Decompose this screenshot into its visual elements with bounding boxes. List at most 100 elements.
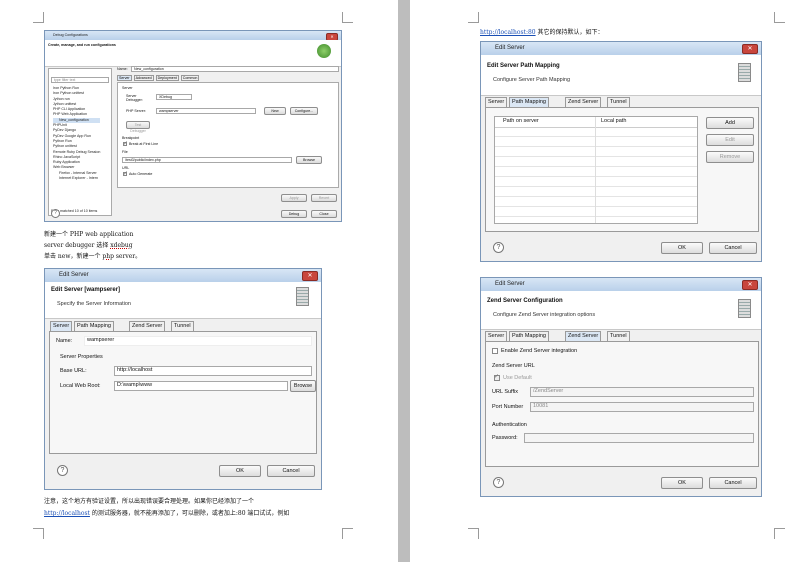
tab-tunnel[interactable]: Tunnel — [171, 321, 194, 331]
help-icon[interactable]: ? — [493, 477, 504, 488]
edit-button[interactable]: Edit — [706, 134, 754, 146]
tab-tunnel[interactable]: Tunnel — [607, 331, 630, 341]
add-button[interactable]: Add — [706, 117, 754, 129]
url-suffix-input[interactable]: /ZendServer — [530, 387, 754, 397]
path-mapping-table: Path on server Local path — [494, 116, 698, 224]
cancel-button[interactable]: Cancel — [709, 477, 757, 489]
tab-common[interactable]: Common — [180, 75, 200, 81]
remove-button[interactable]: Remove — [706, 151, 754, 163]
intro-text: 其它的保持默认，如下： — [535, 29, 604, 36]
title-bar: Edit Server ✕ — [45, 269, 321, 283]
right-page: http://localhost:80 其它的保持默认，如下： Edit Ser… — [410, 0, 800, 562]
help-icon[interactable]: ? — [57, 465, 68, 476]
break-first-line-checkbox[interactable] — [123, 140, 128, 147]
server-debugger-select[interactable]: XDebug — [156, 94, 192, 100]
column-divider — [595, 117, 596, 223]
server-icon — [738, 63, 751, 82]
dialog-header: Edit Server Path Mapping Configure Serve… — [481, 55, 761, 96]
server-properties-label: Server Properties — [60, 354, 103, 360]
file-input[interactable]: /test3/public/index.php — [122, 157, 292, 163]
enable-zend-checkbox[interactable] — [492, 348, 498, 354]
dialog-title: Edit Server — [495, 45, 525, 51]
col-path-on-server[interactable]: Path on server — [503, 118, 539, 124]
tree-item[interactable]: Internet Explorer - Intern — [53, 176, 100, 181]
tree-list: Iron Python Run Iron Python unittest Jyt… — [53, 86, 101, 181]
ok-button[interactable]: OK — [661, 477, 703, 489]
password-input[interactable] — [524, 433, 754, 443]
apply-button[interactable]: Apply — [281, 194, 307, 202]
instruction-line-1: 新建一个 PHP web application — [44, 231, 134, 238]
filter-input[interactable]: type filter text — [51, 77, 109, 83]
dialog-title: Debug Configurations — [53, 33, 88, 37]
tab-deployment[interactable]: Deployment — [155, 75, 179, 81]
edit-server-dialog: Edit Server ✕ Edit Server [wampserer] Sp… — [44, 268, 322, 490]
cancel-button[interactable]: Cancel — [709, 242, 757, 254]
break-first-line-label: Break at First Line — [129, 142, 159, 146]
launch-tree-panel: type filter text Iron Python Run Iron Py… — [48, 68, 112, 216]
dialog-header: Zend Server Configuration Configure Zend… — [481, 291, 761, 330]
tab-path-mapping[interactable]: Path Mapping — [509, 331, 549, 341]
tab-zend-server[interactable]: Zend Server — [565, 331, 602, 341]
close-icon[interactable]: ✕ — [742, 44, 758, 54]
intro-line: http://localhost:80 其它的保持默认，如下： — [480, 27, 604, 36]
tab-tunnel[interactable]: Tunnel — [607, 97, 630, 107]
crop-mark — [774, 528, 785, 539]
help-icon[interactable]: ? — [493, 242, 504, 253]
use-default-checkbox[interactable] — [494, 373, 500, 381]
configure-button[interactable]: Configure... — [290, 107, 318, 115]
enable-zend-label: Enable Zend Server integration — [501, 348, 578, 354]
file-browse-button[interactable]: Browse — [296, 156, 322, 164]
server-group-label: Server — [122, 86, 133, 90]
tab-zend-server[interactable]: Zend Server — [565, 97, 602, 107]
crop-mark — [774, 12, 785, 23]
help-icon[interactable]: ? — [51, 209, 60, 218]
header-title: Zend Server Configuration — [487, 298, 563, 304]
title-bar: Edit Server ✕ — [481, 278, 761, 292]
instruction-text: server debugger 选择 — [44, 242, 111, 249]
tab-server[interactable]: Server — [485, 331, 508, 341]
close-icon[interactable]: ✕ — [302, 271, 318, 281]
cancel-button[interactable]: Cancel — [267, 465, 315, 477]
localhost-link[interactable]: http://localhost — [44, 510, 90, 517]
server-tab-panel: Server Server Debugger: XDebug PHP Serve… — [117, 82, 339, 188]
auto-generate-label: Auto Generate — [129, 172, 153, 176]
localhost-80-link[interactable]: http://localhost:80 — [480, 29, 536, 36]
name-input[interactable]: New_configuration — [131, 66, 339, 72]
local-web-root-input[interactable]: D:\wamp\www — [114, 381, 288, 391]
tab-server[interactable]: Server — [50, 321, 73, 331]
dialog-title: Edit Server — [59, 272, 89, 278]
header-subtitle: Configure Zend Server integration option… — [493, 312, 596, 318]
col-local-path[interactable]: Local path — [601, 118, 626, 124]
name-input[interactable]: wampserer — [84, 336, 312, 346]
header-subtitle: Specify the Server Information — [57, 301, 131, 307]
close-icon[interactable]: ✕ — [742, 280, 758, 290]
tab-server[interactable]: Server — [485, 97, 508, 107]
auto-generate-checkbox[interactable] — [123, 170, 128, 177]
zend-url-group-label: Zend Server URL — [492, 363, 535, 369]
browse-button[interactable]: Browse — [290, 380, 316, 392]
crop-mark — [33, 12, 44, 23]
tab-path-mapping[interactable]: Path Mapping — [509, 97, 549, 107]
header-subtitle: Configure Server Path Mapping — [493, 77, 571, 83]
ok-button[interactable]: OK — [661, 242, 703, 254]
tab-server[interactable]: Server — [117, 75, 132, 81]
dialog-title: Edit Server — [495, 281, 525, 287]
tab-zend-server[interactable]: Zend Server — [129, 321, 166, 331]
tab-path-mapping[interactable]: Path Mapping — [74, 321, 114, 331]
crop-mark — [342, 12, 353, 23]
title-bar: Edit Server ✕ — [481, 42, 761, 56]
server-debugger-label: Server Debugger: — [126, 94, 143, 102]
note-line-1: 注意，这个地方有验证设置，所以出现错误要合理处理。如果你已经添加了一个 — [44, 498, 255, 505]
bug-icon — [317, 44, 331, 58]
ok-button[interactable]: OK — [219, 465, 261, 477]
php-server-select[interactable]: wampserver — [156, 108, 256, 114]
port-number-input[interactable]: 10081 — [530, 402, 754, 412]
new-server-button[interactable]: New — [264, 107, 286, 115]
tab-advanced[interactable]: Advanced — [133, 75, 154, 81]
revert-button[interactable]: Revert — [311, 194, 337, 202]
test-debugger-button[interactable]: Test Debugger — [126, 121, 150, 133]
base-url-input[interactable]: http://localhost — [114, 366, 312, 376]
close-button[interactable]: Close — [311, 210, 337, 218]
debug-button[interactable]: Debug — [281, 210, 307, 218]
dialog-header: Edit Server [wampserer] Specify the Serv… — [45, 282, 321, 319]
